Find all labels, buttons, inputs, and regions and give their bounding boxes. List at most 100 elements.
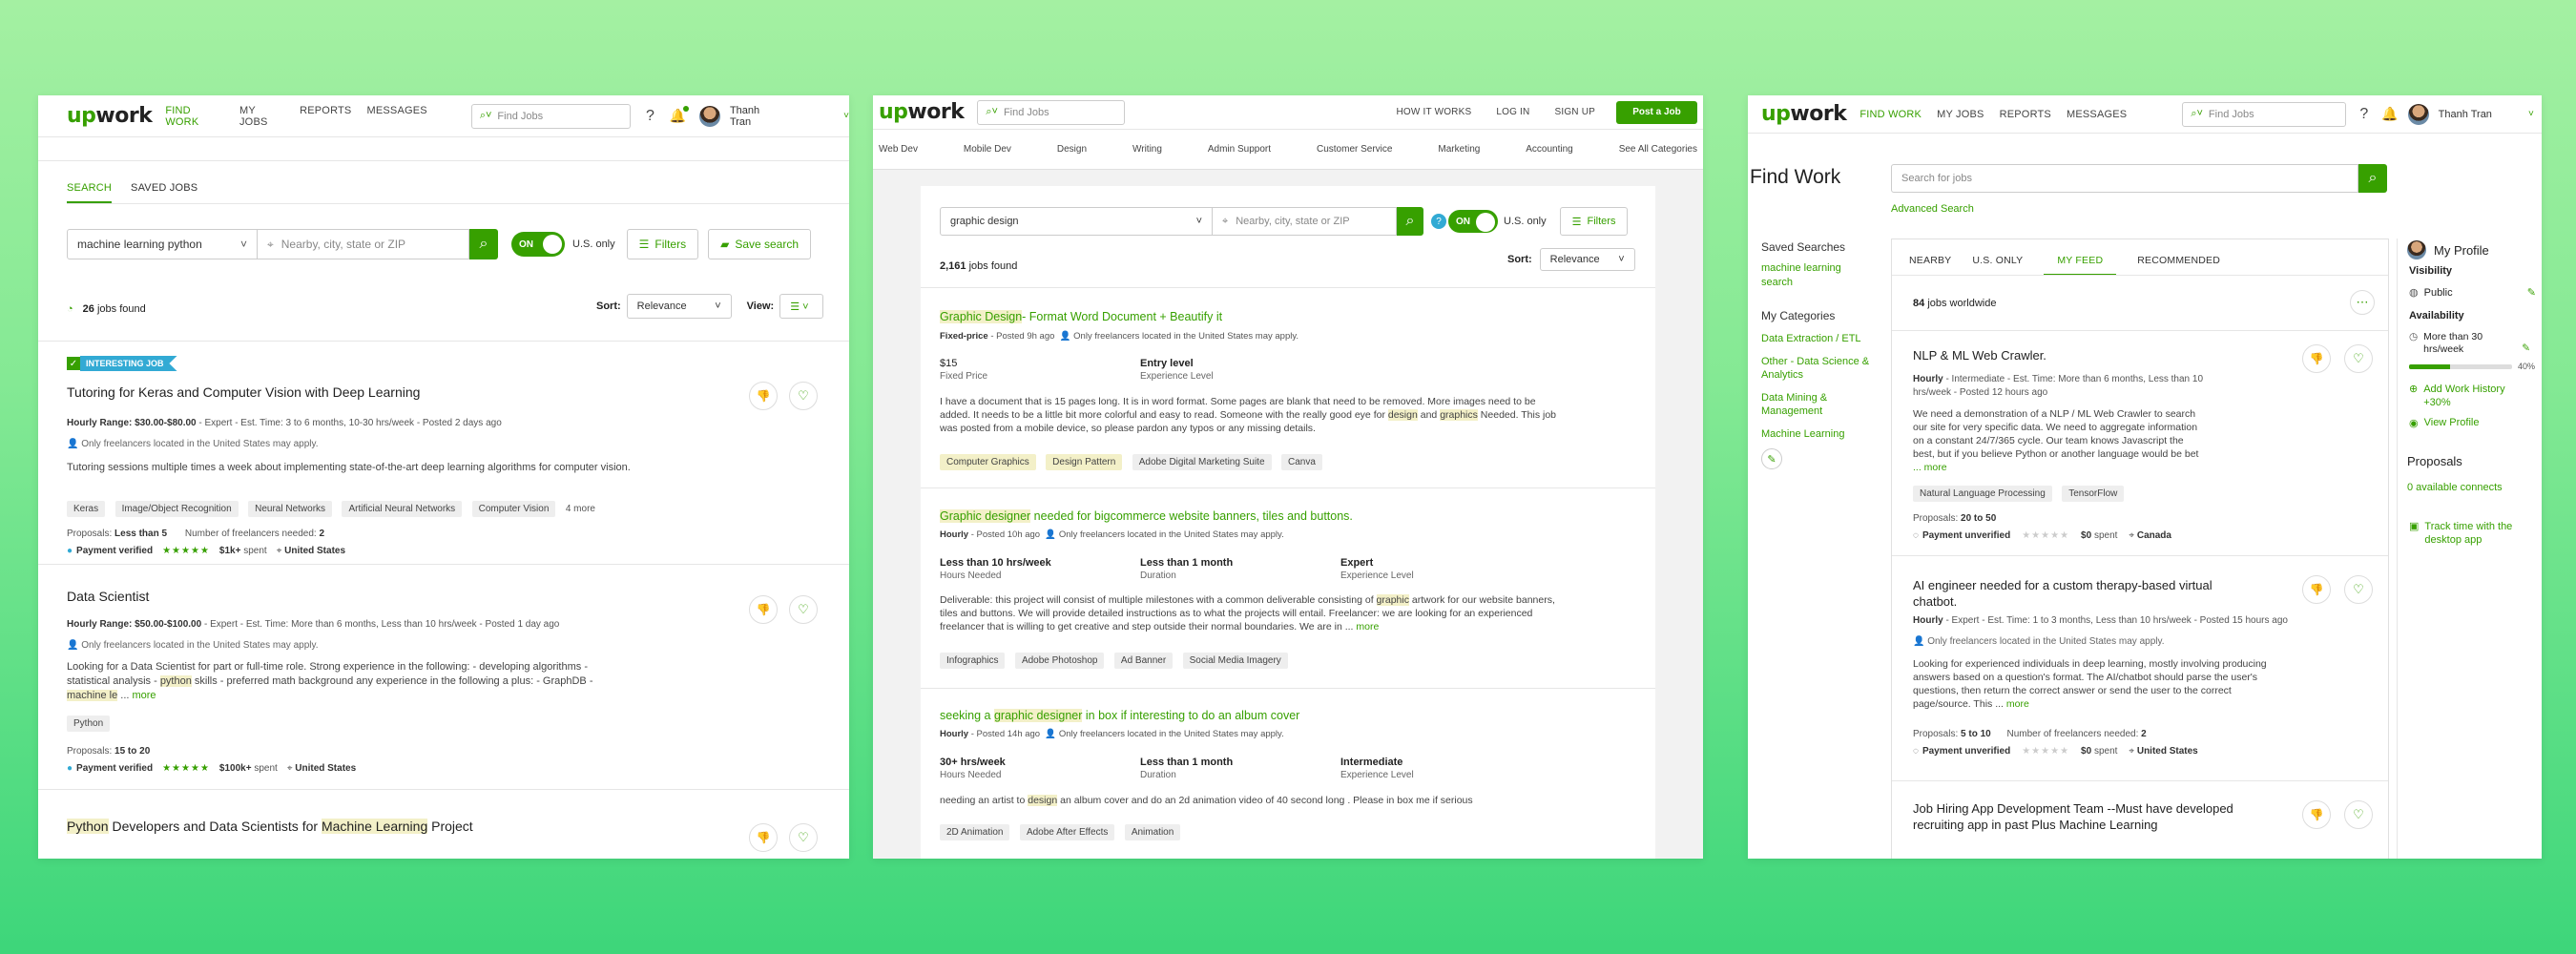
job-title[interactable]: Tutoring for Keras and Computer Vision w… [67, 384, 420, 400]
job-title[interactable]: Graphic designer needed for bigcommerce … [940, 509, 1353, 523]
skill-tag[interactable]: Keras [67, 501, 106, 517]
help-icon[interactable]: ? [646, 108, 654, 125]
my-profile-title[interactable]: My Profile [2434, 243, 2489, 258]
connects-link[interactable]: 0 available connects [2407, 482, 2540, 493]
save-job-button[interactable]: ♡ [2344, 800, 2373, 829]
upwork-logo[interactable]: upwork [1761, 102, 1847, 126]
bell-icon[interactable]: 🔔 [670, 106, 690, 124]
skill-tag[interactable]: Python [67, 716, 111, 732]
category-customer-service[interactable]: Customer Service [1317, 144, 1392, 155]
sort-select[interactable]: Relevance ˅ [626, 294, 732, 319]
job-card[interactable]: seeking a graphic designer in box if int… [921, 689, 1655, 859]
search-button[interactable]: ⌕ [1397, 207, 1423, 236]
job-card[interactable]: Graphic designer needed for bigcommerce … [921, 488, 1655, 689]
job-card[interactable]: Python Developers and Data Scientists fo… [38, 790, 849, 859]
save-job-button[interactable]: ♡ [2344, 575, 2373, 604]
advanced-search-link[interactable]: Advanced Search [1891, 203, 1974, 215]
category-mobile-dev[interactable]: Mobile Dev [964, 144, 1011, 155]
job-title[interactable]: Python Developers and Data Scientists fo… [67, 819, 473, 834]
skill-tag[interactable]: Canva [1280, 454, 1322, 470]
category-link[interactable]: Data Extraction / ETL [1761, 332, 1876, 345]
post-job-button[interactable]: Post a Job [1616, 100, 1697, 124]
add-work-history-link[interactable]: ⊕ Add Work History +30% [2409, 383, 2540, 409]
skill-tag[interactable]: Adobe Digital Marketing Suite [1132, 454, 1272, 470]
save-job-button[interactable]: ♡ [789, 595, 818, 624]
job-title[interactable]: Job Hiring App Development Team --Must h… [1913, 800, 2295, 833]
search-button[interactable]: ⌕ [2358, 164, 2387, 193]
tab-search[interactable]: SEARCH [67, 182, 113, 203]
avatar[interactable] [2407, 103, 2429, 125]
upwork-logo[interactable]: upwork [879, 100, 965, 124]
tab-nearby[interactable]: NEARBY [1909, 255, 1951, 276]
skill-tag[interactable]: Neural Networks [248, 501, 333, 517]
tab-us-only[interactable]: U.S. ONLY [1972, 255, 2023, 276]
skill-tag[interactable]: Computer Vision [471, 501, 556, 517]
bell-icon[interactable]: 🔔 [2381, 106, 2398, 122]
skill-tag[interactable]: Computer Graphics [940, 454, 1036, 470]
upwork-logo[interactable]: upwork [67, 104, 153, 128]
nav-my-jobs[interactable]: MY JOBS [1937, 109, 1984, 120]
dislike-button[interactable]: 👎 [749, 382, 778, 410]
view-profile-link[interactable]: ◉ View Profile [2409, 417, 2540, 429]
skill-tag[interactable]: Infographics [940, 653, 1006, 669]
header-search-input[interactable]: ⌕˅ Find Jobs [977, 99, 1126, 125]
job-title[interactable]: seeking a graphic designer in box if int… [940, 709, 1299, 722]
nav-log-in[interactable]: LOG IN [1496, 107, 1529, 117]
us-only-toggle[interactable]: ON [511, 232, 565, 257]
category-link[interactable]: Data Mining & Management [1761, 391, 1876, 418]
skill-tag[interactable]: Design Pattern [1046, 454, 1123, 470]
nav-how-it-works[interactable]: HOW IT WORKS [1396, 107, 1471, 117]
pencil-icon[interactable]: ✎ [2522, 342, 2530, 355]
saved-search-link[interactable]: machine learning search [1761, 261, 1866, 290]
nav-my-jobs[interactable]: MY JOBS [239, 105, 284, 128]
nav-find-work[interactable]: FIND WORK [165, 105, 224, 128]
save-job-button[interactable]: ♡ [789, 382, 818, 410]
more-link[interactable]: more [1356, 621, 1379, 633]
dislike-button[interactable]: 👎 [2302, 800, 2331, 829]
job-card[interactable]: AI engineer needed for a custom therapy-… [1892, 556, 2388, 781]
nav-messages[interactable]: MESSAGES [2067, 109, 2127, 120]
job-card[interactable]: Job Hiring App Development Team --Must h… [1892, 781, 2388, 859]
skill-tag[interactable]: Social Media Imagery [1182, 653, 1288, 669]
job-title[interactable]: Data Scientist [67, 589, 149, 604]
filters-button[interactable]: ☰ Filters [1559, 207, 1629, 236]
job-card[interactable]: NLP & ML Web Crawler. 👎 ♡ Hourly - Inter… [1892, 331, 2388, 556]
sort-select[interactable]: Relevance ˅ [1539, 248, 1635, 271]
track-time-link[interactable]: ▣ Track time with the desktop app [2409, 520, 2540, 547]
category-link[interactable]: Other - Data Science & Analytics [1761, 355, 1876, 382]
dislike-button[interactable]: 👎 [2302, 575, 2331, 604]
category-admin-support[interactable]: Admin Support [1208, 144, 1271, 155]
tab-my-feed[interactable]: MY FEED [2044, 255, 2117, 276]
skill-tag[interactable]: Ad Banner [1113, 653, 1174, 669]
more-options-button[interactable]: ⋯ [2350, 290, 2375, 315]
tab-recommended[interactable]: RECOMMENDED [2137, 255, 2220, 276]
skill-tag[interactable]: Adobe Photoshop [1014, 653, 1105, 669]
view-select[interactable]: ☰ ˅ [779, 294, 824, 319]
dislike-button[interactable]: 👎 [2302, 344, 2331, 373]
save-search-button[interactable]: ▰ Save search [708, 229, 812, 259]
skill-tag[interactable]: 2D Animation [940, 824, 1010, 840]
nav-messages[interactable]: MESSAGES [366, 105, 426, 128]
chevron-down-icon[interactable]: ˅ [843, 111, 849, 121]
query-input[interactable]: graphic design ˅ [940, 207, 1213, 236]
pencil-icon[interactable]: ✎ [2527, 286, 2536, 299]
nav-find-work[interactable]: FIND WORK [1859, 109, 1922, 120]
avatar[interactable] [699, 105, 720, 127]
job-title[interactable]: NLP & ML Web Crawler. [1913, 348, 2046, 363]
header-search-input[interactable]: ⌕˅ Find Jobs [2182, 101, 2347, 127]
skill-tag[interactable]: TensorFlow [2062, 486, 2125, 502]
help-badge-icon[interactable]: ? [1431, 214, 1446, 229]
job-title[interactable]: Graphic Design- Format Word Document + B… [940, 310, 1222, 323]
tab-saved-jobs[interactable]: SAVED JOBS [131, 182, 197, 203]
more-link[interactable]: more [2006, 698, 2029, 710]
skill-tag[interactable]: Artificial Neural Networks [342, 501, 463, 517]
save-job-button[interactable]: ♡ [2344, 344, 2373, 373]
category-see-all[interactable]: See All Categories [1619, 144, 1697, 155]
skill-tag[interactable]: Adobe After Effects [1019, 824, 1115, 840]
category-web-dev[interactable]: Web Dev [879, 144, 918, 155]
job-card[interactable]: Data Scientist 👎 ♡ Hourly Range: $50.00-… [38, 565, 849, 790]
dislike-button[interactable]: 👎 [749, 823, 778, 852]
more-link[interactable]: more [132, 690, 156, 701]
save-job-button[interactable]: ♡ [789, 823, 818, 852]
edit-categories-button[interactable]: ✎ [1761, 448, 1782, 469]
